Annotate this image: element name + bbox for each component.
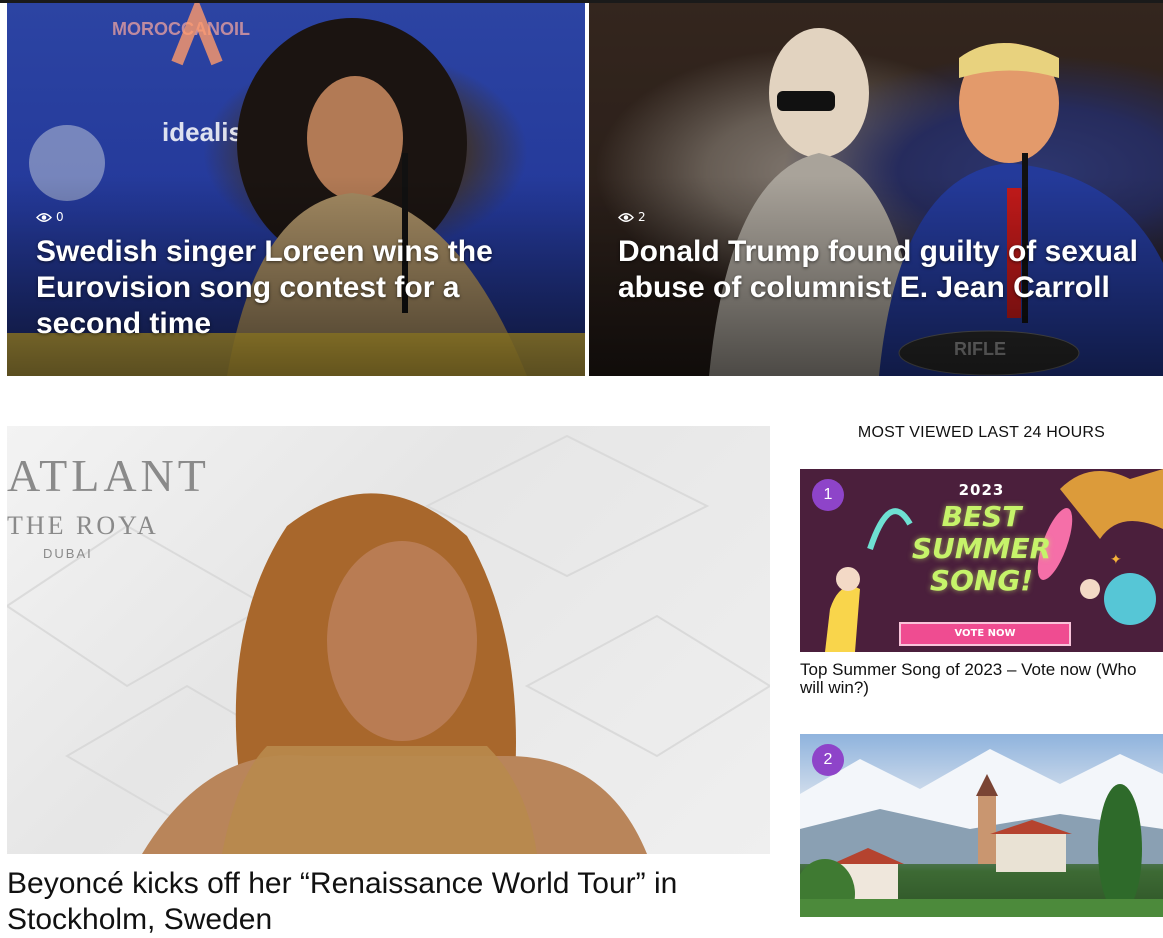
beyonce-photo: ATLANT THE ROYA DUBAI xyxy=(7,434,770,854)
poster-year: 2023 xyxy=(958,481,1005,499)
eye-icon xyxy=(36,212,52,222)
rank-badge: 1 xyxy=(812,479,844,511)
hero-title[interactable]: Donald Trump found guilty of sexual abus… xyxy=(618,234,1141,306)
hero-title[interactable]: Swedish singer Loreen wins the Eurovisio… xyxy=(36,234,563,342)
summer-song-poster: ✦ ✦ 2023 BEST SUMMER SONG! VOTE NOW xyxy=(800,469,1163,652)
poster-line: BEST xyxy=(941,500,1022,533)
svg-text:ATLANT: ATLANT xyxy=(7,450,210,501)
svg-text:MOROCCANOIL: MOROCCANOIL xyxy=(112,19,250,39)
poster-text: BEST SUMMER SONG! xyxy=(800,501,1163,597)
poster-line: SONG! xyxy=(929,564,1034,597)
main-article-title[interactable]: Beyoncé kicks off her “Renaissance World… xyxy=(7,866,770,938)
rank-badge: 2 xyxy=(812,744,844,776)
alpine-village-photo xyxy=(800,749,1163,917)
view-count-value: 0 xyxy=(56,210,64,224)
most-viewed-item-1-image[interactable]: 1 ✦ ✦ 2023 BEST SUMMER SONG! VOTE NOW xyxy=(800,469,1163,652)
view-count: 2 xyxy=(618,210,646,224)
most-viewed-item-2-image[interactable]: 2 xyxy=(800,734,1163,917)
view-count: 0 xyxy=(36,210,64,224)
poster-line: SUMMER xyxy=(911,532,1052,565)
most-viewed-heading: MOST VIEWED LAST 24 HOURS xyxy=(857,424,1106,441)
svg-text:THE ROYA: THE ROYA xyxy=(7,511,159,540)
hero-article-trump[interactable]: RIFLE 2 Donald Trump found guilty of sex… xyxy=(589,3,1163,376)
view-count-value: 2 xyxy=(638,210,646,224)
eye-icon xyxy=(618,212,634,222)
main-article-image[interactable]: ATLANT THE ROYA DUBAI xyxy=(7,426,770,854)
hero-article-loreen[interactable]: MOROCCANOIL idealista 0 Swedish singer L… xyxy=(7,3,585,376)
most-viewed-item-1-title[interactable]: Top Summer Song of 2023 – Vote now (Who … xyxy=(800,661,1163,697)
svg-text:DUBAI: DUBAI xyxy=(43,546,93,561)
vote-now-button: VOTE NOW xyxy=(899,622,1071,646)
